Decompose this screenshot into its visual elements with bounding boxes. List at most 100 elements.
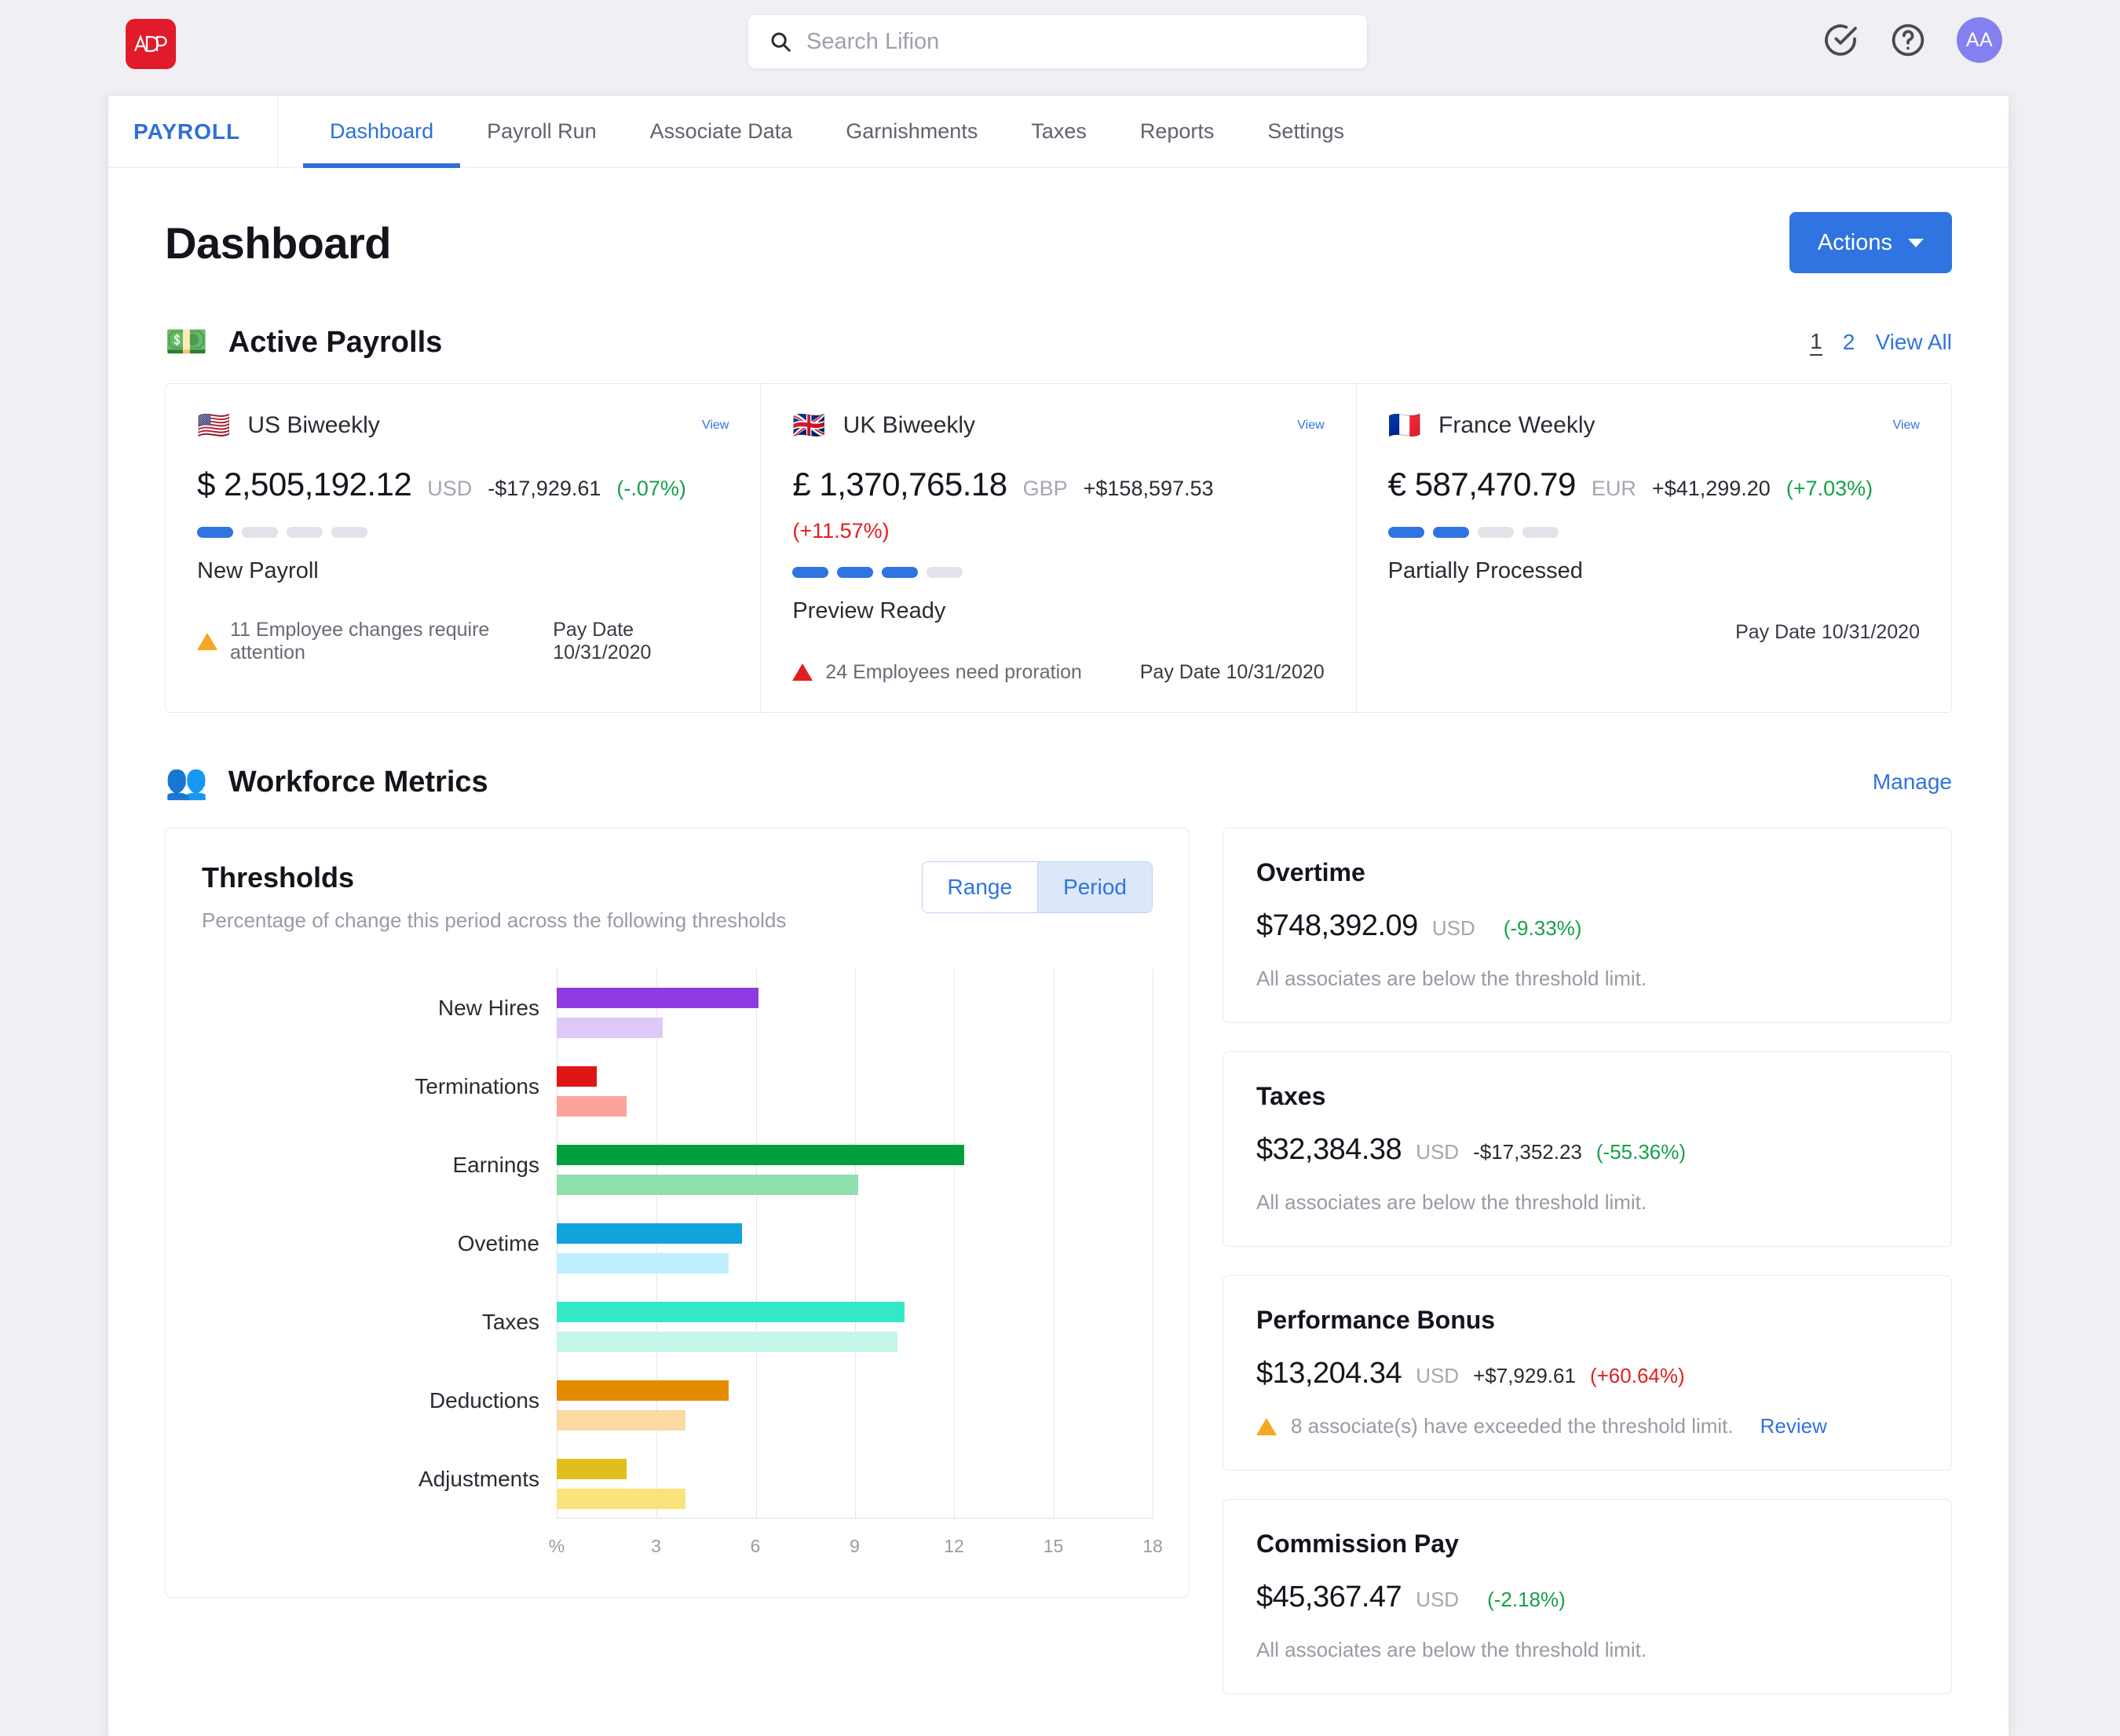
pager-page-2[interactable]: 2 bbox=[1843, 330, 1855, 355]
chevron-down-icon bbox=[1908, 239, 1924, 247]
progress-step bbox=[1388, 527, 1424, 538]
payroll-amount: $ 2,505,192.12 bbox=[197, 466, 411, 503]
payroll-pay-date: Pay Date 10/31/2020 bbox=[1735, 621, 1920, 644]
actions-button[interactable]: Actions bbox=[1789, 212, 1952, 273]
chart-bar-current bbox=[557, 1066, 597, 1087]
tab-garnishments[interactable]: Garnishments bbox=[819, 96, 1004, 167]
payroll-name: US Biweekly bbox=[247, 412, 379, 439]
payroll-pay-date: Pay Date 10/31/2020 bbox=[553, 619, 729, 664]
thresholds-title: Thresholds bbox=[202, 861, 786, 894]
review-link[interactable]: Review bbox=[1760, 1414, 1827, 1438]
chart-category-label: Terminations bbox=[202, 1074, 539, 1099]
tab-payroll-run[interactable]: Payroll Run bbox=[460, 96, 623, 167]
chart-bar-group bbox=[557, 969, 1153, 1047]
chart-bar-group bbox=[557, 1047, 1153, 1126]
payroll-amount: £ 1,370,765.18 bbox=[792, 466, 1007, 503]
tab-reports[interactable]: Reports bbox=[1113, 96, 1241, 167]
progress-step bbox=[1433, 527, 1469, 538]
payroll-delta: +$158,597.53 bbox=[1084, 477, 1214, 501]
workforce-metrics-header: 👥 Workforce Metrics Manage bbox=[165, 765, 1952, 799]
chart-bar-previous bbox=[557, 1096, 627, 1117]
metric-note: All associates are below the threshold l… bbox=[1256, 967, 1918, 991]
metric-note-text: 8 associate(s) have exceeded the thresho… bbox=[1291, 1414, 1734, 1438]
page-title: Dashboard bbox=[165, 217, 391, 269]
payroll-currency: GBP bbox=[1023, 477, 1068, 501]
active-payrolls-title: Active Payrolls bbox=[228, 326, 442, 360]
payroll-delta: -$17,929.61 bbox=[488, 477, 601, 501]
money-icon: 💵 bbox=[165, 325, 208, 360]
chart-category-label: Earnings bbox=[202, 1153, 539, 1178]
metric-percent: (-9.33%) bbox=[1504, 916, 1582, 941]
chart-x-tick: 6 bbox=[751, 1536, 761, 1557]
nav-tabs: Dashboard Payroll Run Associate Data Gar… bbox=[278, 96, 1371, 167]
progress-step bbox=[1522, 527, 1559, 538]
flag-icon: 🇬🇧 bbox=[792, 412, 825, 439]
chart-bar-current bbox=[557, 1145, 964, 1165]
chart-bar-current bbox=[557, 1223, 742, 1244]
chart-x-tick: 12 bbox=[944, 1536, 964, 1557]
chart-category-label: New Hires bbox=[202, 996, 539, 1021]
page-header: Dashboard Actions bbox=[165, 212, 1952, 273]
tab-associate-data[interactable]: Associate Data bbox=[623, 96, 820, 167]
payroll-card[interactable]: 🇺🇸 US Biweekly View $ 2,505,192.12 USD -… bbox=[166, 384, 761, 712]
thresholds-chart: New HiresTerminationsEarningsOvetimeTaxe… bbox=[202, 969, 1153, 1566]
chart-bar-current bbox=[557, 1302, 905, 1322]
payroll-card[interactable]: 🇬🇧 UK Biweekly View £ 1,370,765.18 GBP +… bbox=[761, 384, 1356, 712]
chart-row: Adjustments bbox=[202, 1440, 1153, 1519]
payroll-status: Partially Processed bbox=[1388, 558, 1920, 584]
metric-amount: $32,384.38 bbox=[1256, 1133, 1402, 1167]
warning-triangle-icon bbox=[197, 633, 217, 650]
metric-title: Taxes bbox=[1256, 1082, 1918, 1111]
chart-row: Deductions bbox=[202, 1361, 1153, 1440]
metric-percent: (+60.64%) bbox=[1590, 1364, 1685, 1388]
chart-row: Terminations bbox=[202, 1047, 1153, 1126]
chart-x-axis: %369121518 bbox=[557, 1522, 1153, 1566]
view-all-link[interactable]: View All bbox=[1875, 330, 1952, 355]
metric-currency: USD bbox=[1416, 1364, 1459, 1388]
metric-currency: USD bbox=[1432, 916, 1475, 941]
view-link[interactable]: View bbox=[1297, 418, 1324, 433]
top-bar: AA bbox=[0, 0, 2120, 83]
chart-x-tick: 18 bbox=[1142, 1536, 1163, 1557]
search-input[interactable] bbox=[806, 29, 1347, 55]
payroll-currency: EUR bbox=[1592, 477, 1636, 501]
progress-steps bbox=[197, 527, 729, 538]
chart-x-tick: 9 bbox=[850, 1536, 860, 1557]
pager-page-1[interactable]: 1 bbox=[1810, 329, 1822, 356]
toggle-option-period[interactable]: Period bbox=[1037, 862, 1152, 912]
tab-dashboard[interactable]: Dashboard bbox=[303, 96, 460, 167]
help-circle-icon[interactable] bbox=[1889, 21, 1927, 59]
chart-rows: New HiresTerminationsEarningsOvetimeTaxe… bbox=[202, 969, 1153, 1519]
adp-logo[interactable] bbox=[126, 19, 176, 69]
view-link[interactable]: View bbox=[1893, 418, 1920, 433]
check-circle-icon[interactable] bbox=[1822, 21, 1859, 59]
tab-taxes[interactable]: Taxes bbox=[1004, 96, 1113, 167]
metric-note-text: All associates are below the threshold l… bbox=[1256, 1638, 1647, 1662]
manage-link[interactable]: Manage bbox=[1873, 769, 1952, 795]
search-box[interactable] bbox=[747, 14, 1368, 69]
chart-bar-previous bbox=[557, 1175, 858, 1195]
chart-bar-previous bbox=[557, 1410, 685, 1431]
chart-category-label: Deductions bbox=[202, 1388, 539, 1413]
thresholds-card: Thresholds Percentage of change this per… bbox=[165, 828, 1190, 1598]
toggle-option-range[interactable]: Range bbox=[923, 862, 1038, 912]
chart-row: Taxes bbox=[202, 1283, 1153, 1361]
view-link[interactable]: View bbox=[702, 418, 729, 433]
metric-note-text: All associates are below the threshold l… bbox=[1256, 1190, 1647, 1215]
chart-category-label: Taxes bbox=[202, 1310, 539, 1335]
metric-delta: -$17,352.23 bbox=[1473, 1140, 1582, 1164]
payroll-status: New Payroll bbox=[197, 558, 729, 584]
active-payrolls-list: 🇺🇸 US Biweekly View $ 2,505,192.12 USD -… bbox=[165, 383, 1952, 713]
chart-row: Earnings bbox=[202, 1126, 1153, 1204]
chart-bar-current bbox=[557, 1459, 627, 1479]
payroll-currency: USD bbox=[427, 477, 472, 501]
tab-settings[interactable]: Settings bbox=[1241, 96, 1371, 167]
progress-step bbox=[792, 567, 828, 578]
chart-x-tick: % bbox=[549, 1536, 565, 1557]
payroll-status: Preview Ready bbox=[792, 598, 1324, 624]
metric-amount: $45,367.47 bbox=[1256, 1581, 1402, 1614]
metric-percent: (-2.18%) bbox=[1487, 1588, 1566, 1612]
payroll-card[interactable]: 🇫🇷 France Weekly View € 587,470.79 EUR +… bbox=[1357, 384, 1951, 712]
chart-bar-group bbox=[557, 1283, 1153, 1361]
avatar[interactable]: AA bbox=[1957, 17, 2002, 63]
